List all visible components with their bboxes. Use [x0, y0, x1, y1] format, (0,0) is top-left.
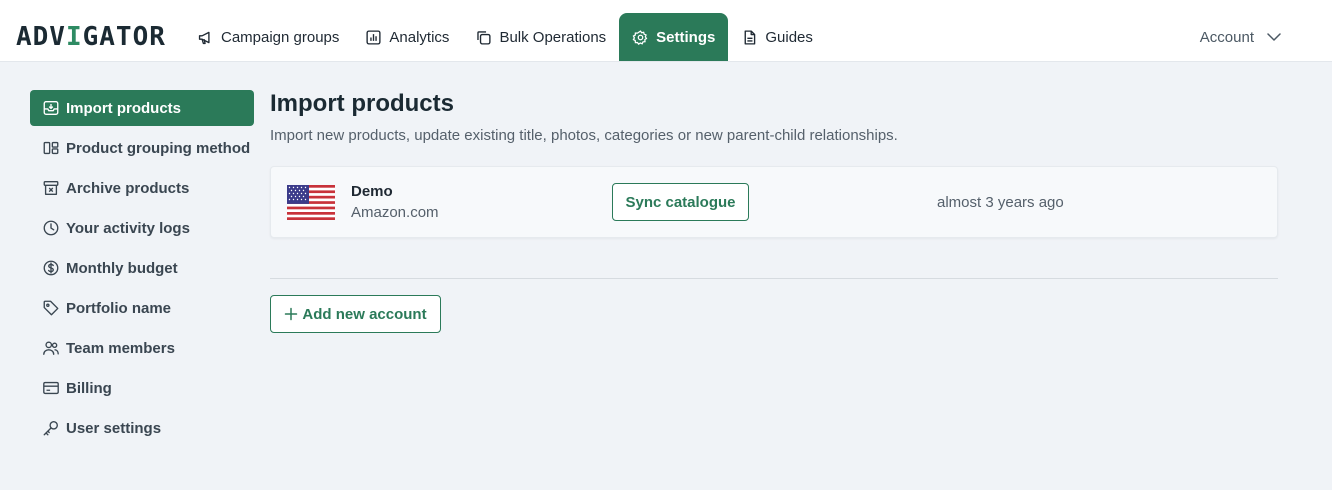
nav-guides[interactable]: Guides [728, 13, 826, 61]
account-menu[interactable]: Account [1200, 26, 1282, 48]
sidebar-item-label: Team members [66, 339, 175, 357]
clock-icon [43, 220, 59, 236]
page-title: Import products [270, 90, 454, 117]
sidebar-item-monthly-budget[interactable]: Monthly budget [30, 250, 254, 286]
add-new-account-label: Add new account [302, 305, 427, 323]
top-navigation-bar: ADVIGATOR Campaign groups Analytics Bulk… [0, 0, 1332, 62]
main-nav: Campaign groups Analytics Bulk Operation… [184, 13, 826, 61]
add-new-account-button[interactable]: Add new account [270, 295, 441, 333]
sidebar-item-team-members[interactable]: Team members [30, 330, 254, 366]
key-icon [43, 421, 58, 436]
grouping-icon [43, 141, 59, 155]
nav-analytics[interactable]: Analytics [352, 13, 462, 61]
sidebar-item-label: Product grouping method [66, 139, 251, 157]
archive-icon [43, 181, 59, 195]
sidebar-item-label: Billing [66, 379, 112, 397]
sidebar-item-label: Archive products [66, 179, 190, 197]
sidebar-item-archive-products[interactable]: Archive products [30, 170, 254, 206]
sidebar-item-portfolio-name[interactable]: Portfolio name [30, 290, 254, 326]
bar-chart-icon [366, 29, 381, 45]
sidebar-item-billing[interactable]: Billing [30, 370, 254, 406]
sidebar-item-label: Portfolio name [66, 299, 172, 317]
account-name: Demo [351, 183, 393, 200]
sidebar-item-label: Monthly budget [66, 259, 178, 277]
settings-sidebar: Import products Product grouping method … [30, 90, 254, 450]
copy-icon [477, 30, 491, 45]
megaphone-icon [198, 31, 210, 44]
nav-label: Settings [656, 28, 716, 46]
users-icon [43, 341, 59, 355]
account-marketplace: Amazon.com [351, 204, 439, 221]
sidebar-item-user-settings[interactable]: User settings [30, 410, 254, 446]
tag-icon [43, 300, 59, 316]
main-content: Import products Import new products, upd… [270, 88, 1278, 333]
sidebar-item-label: Import products [66, 99, 181, 117]
chevron-down-icon [1267, 33, 1281, 41]
sidebar-item-activity-logs[interactable]: Your activity logs [30, 210, 254, 246]
marketplace-account-row: Demo Amazon.com Sync catalogue almost 3 … [270, 166, 1278, 238]
dollar-icon [43, 260, 59, 276]
sidebar-item-label: User settings [66, 419, 162, 437]
sidebar-item-label: Your activity logs [66, 219, 190, 237]
sidebar-item-product-grouping-method[interactable]: Product grouping method [30, 130, 254, 166]
document-icon [744, 29, 756, 45]
nav-campaign-groups[interactable]: Campaign groups [184, 13, 352, 61]
account-label: Account [1199, 28, 1254, 46]
sync-catalogue-button[interactable]: Sync catalogue [612, 183, 749, 221]
advigator-logo[interactable]: ADVIGATOR [16, 22, 166, 52]
inbox-icon [43, 101, 59, 115]
page-subtitle: Import new products, update existing tit… [270, 127, 898, 144]
nav-label: Campaign groups [221, 28, 340, 46]
nav-label: Bulk Operations [499, 28, 607, 46]
divider [270, 278, 1278, 279]
plus-icon [285, 307, 298, 321]
us-flag-icon [287, 185, 335, 220]
nav-label: Guides [765, 28, 813, 46]
sidebar-item-import-products[interactable]: Import products [30, 90, 254, 126]
nav-label: Analytics [389, 28, 450, 46]
last-sync-time: almost 3 years ago [937, 194, 1064, 211]
nav-bulk-operations[interactable]: Bulk Operations [462, 13, 619, 61]
credit-card-icon [43, 381, 59, 395]
gear-icon [632, 29, 648, 45]
nav-settings[interactable]: Settings [619, 13, 729, 61]
